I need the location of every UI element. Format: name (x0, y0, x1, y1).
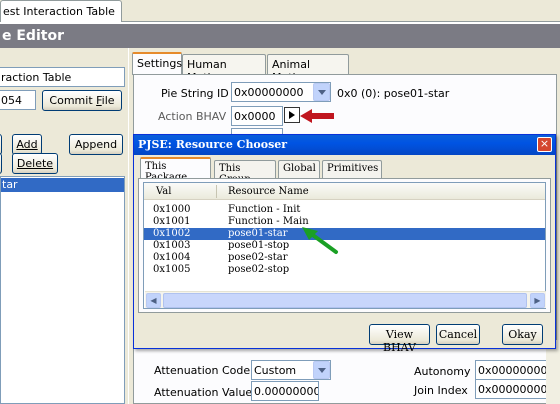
action-bhav-field[interactable]: 0x0000 (231, 106, 283, 126)
editor-header: e Editor (0, 24, 560, 48)
row-val: 0x1000 (153, 204, 191, 215)
horizontal-scrollbar[interactable]: ◀ ▶ (145, 291, 546, 308)
tab-this-group[interactable]: This Group (214, 160, 276, 185)
join-index-label: Join Index (414, 384, 468, 397)
tab-primitives[interactable]: Primitives (322, 160, 382, 178)
delete-label: Delete (16, 157, 54, 170)
column-header-val[interactable]: Val (156, 186, 171, 197)
tab-this-package[interactable]: This Package (140, 157, 211, 183)
scrollbar-thumb[interactable] (163, 293, 527, 308)
list-item[interactable]: tar (1, 178, 124, 192)
commit-file-label: Commit File (49, 94, 115, 107)
left-pane: raction Table 054 Commit File Add Append… (0, 48, 128, 404)
tab-human-motives[interactable]: Human Motives (182, 54, 266, 84)
row-val: 0x1002 (153, 228, 191, 239)
autonomy-label: Autonomy (414, 365, 471, 378)
attenuation-value-label: Attenuation Value (154, 386, 253, 399)
autonomy-field[interactable]: 0x00000000 (475, 360, 555, 380)
table-row[interactable]: 0x1005 pose02-stop (144, 264, 545, 276)
table-row-selected[interactable]: 0x1002 pose01-star (144, 228, 545, 240)
scroll-left-icon[interactable]: ◀ (146, 293, 161, 308)
resource-list[interactable]: Val Resource Name 0x1000 Function - Init … (143, 182, 546, 309)
green-arrow-annotation (302, 227, 338, 254)
row-name: pose02-star (228, 252, 288, 263)
red-arrow-annotation (300, 109, 334, 123)
dialog-title: PJSE: Resource Chooser (138, 138, 288, 151)
add-button[interactable]: Add (12, 134, 42, 155)
view-bhav-button[interactable]: View BHAV (369, 324, 430, 354)
attenuation-value-field[interactable]: 0.00000000 (251, 381, 319, 401)
tab-animal-motives[interactable]: Animal Motives (267, 54, 349, 84)
number-field[interactable]: 054 (0, 90, 36, 110)
row-val: 0x1001 (153, 216, 191, 227)
interaction-list[interactable]: tar (0, 176, 125, 404)
pie-string-id-info: 0x0 (0): pose01-star (337, 87, 450, 100)
dialog-tab-panel: Val Resource Name 0x1000 Function - Init … (138, 178, 551, 313)
append-button[interactable]: Append (69, 134, 123, 155)
cancel-button[interactable]: Cancel (436, 324, 480, 345)
row-name: pose01-star (228, 228, 288, 239)
column-separator[interactable] (216, 185, 217, 198)
close-icon[interactable]: × (537, 137, 552, 152)
join-index-field[interactable]: 0x00000000 (475, 379, 555, 399)
row-val: 0x1003 (153, 240, 191, 251)
row-val: 0x1004 (153, 252, 191, 263)
table-name-field[interactable]: raction Table (0, 67, 125, 87)
commit-file-button[interactable]: Commit File (42, 90, 122, 111)
tab-global[interactable]: Global (278, 160, 320, 178)
row-name: pose02-stop (228, 264, 290, 275)
resource-chooser-dialog: PJSE: Resource Chooser × This Package Th… (133, 134, 556, 354)
document-tab[interactable]: est Interaction Table (0, 0, 122, 22)
attenuation-code-dropdown-button[interactable] (313, 361, 330, 379)
table-row[interactable]: 0x1003 pose01-stop (144, 240, 545, 252)
column-header-resource-name[interactable]: Resource Name (228, 186, 309, 197)
row-name: pose01-stop (228, 240, 290, 251)
row-val: 0x1005 (153, 264, 191, 275)
attenuation-code-label: Attenuation Code (154, 364, 251, 377)
row-name: Function - Main (228, 216, 309, 227)
table-row[interactable]: 0x1004 pose02-star (144, 252, 545, 264)
left-clipped-button-2[interactable] (0, 153, 2, 174)
add-label: Add (16, 138, 38, 151)
table-row[interactable]: 0x1000 Function - Init (144, 204, 545, 216)
action-bhav-label: Action BHAV (158, 110, 227, 123)
list-header: Val Resource Name (144, 183, 545, 200)
row-name: Function - Init (228, 204, 301, 215)
action-bhav-chooser-button[interactable] (284, 107, 300, 123)
table-row[interactable]: 0x1001 Function - Main (144, 216, 545, 228)
dialog-title-bar[interactable]: PJSE: Resource Chooser (134, 135, 555, 155)
pie-string-id-label: Pie String ID (161, 87, 229, 100)
okay-button[interactable]: Okay (502, 324, 543, 345)
vertical-scrollbar[interactable] (546, 340, 560, 404)
delete-button[interactable]: Delete (12, 153, 58, 174)
left-clipped-button-1[interactable] (0, 134, 2, 155)
tab-settings[interactable]: Settings (132, 52, 182, 75)
pie-string-id-dropdown-button[interactable] (313, 83, 330, 101)
scroll-right-icon[interactable]: ▶ (530, 293, 545, 308)
